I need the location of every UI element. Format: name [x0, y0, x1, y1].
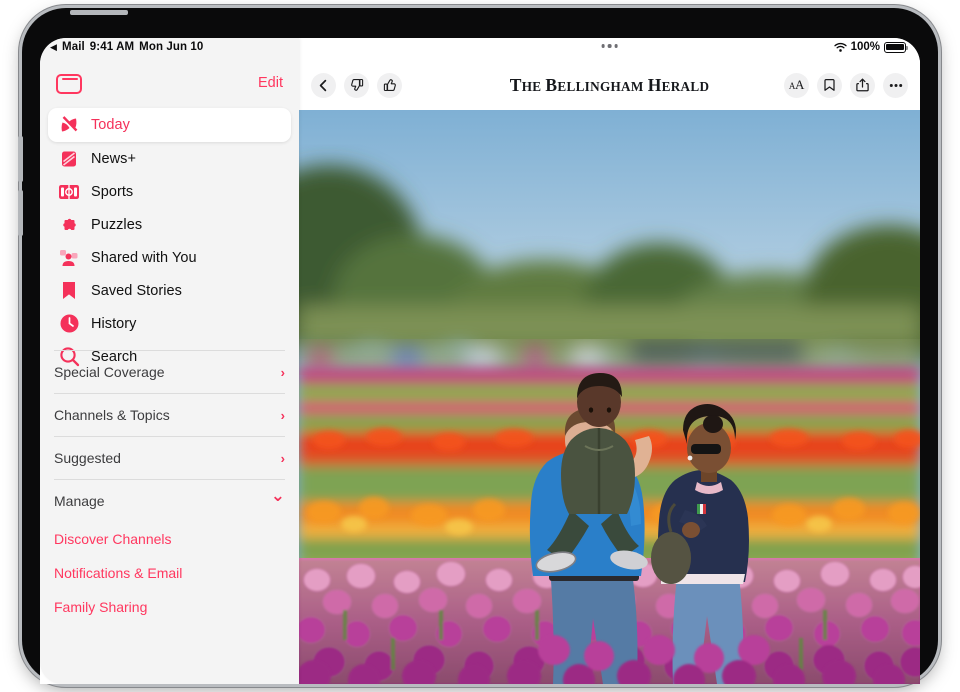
- chevron-left-icon: [317, 79, 330, 92]
- power-button[interactable]: [70, 10, 128, 15]
- masthead-erald: ERALD: [662, 79, 710, 94]
- back-to-app-arrow-icon[interactable]: ◀: [50, 43, 57, 52]
- sidebar-link-family-sharing[interactable]: Family Sharing: [54, 590, 285, 624]
- link-label: Notifications & Email: [54, 565, 182, 581]
- news-plus-icon: [56, 146, 82, 172]
- sidebar-item-label: History: [91, 316, 136, 332]
- sidebar-item-label: Saved Stories: [91, 283, 182, 299]
- ellipsis-icon: [889, 83, 903, 88]
- share-button[interactable]: [850, 73, 875, 98]
- thumbs-down-icon: [350, 78, 364, 92]
- bookmark-icon: [823, 78, 836, 92]
- bookmark-icon: [56, 278, 82, 304]
- sidebar-header: Edit: [40, 60, 299, 108]
- sidebar-section-manage[interactable]: Manage ⌄: [54, 479, 285, 522]
- masthead-ellingham: ELLINGHAM: [557, 79, 643, 94]
- section-label: Channels & Topics: [54, 407, 170, 423]
- section-label: Manage: [54, 493, 105, 509]
- clock-icon: [56, 311, 82, 337]
- news-sidebar: Edit Today: [40, 38, 299, 684]
- publication-masthead: THE BELLINGHAM HERALD: [510, 75, 710, 96]
- sidebar-section-channels-topics[interactable]: Channels & Topics ›: [54, 393, 285, 436]
- back-button[interactable]: [311, 73, 336, 98]
- like-button[interactable]: [377, 73, 402, 98]
- sidebar-item-news-plus[interactable]: News+: [48, 142, 291, 175]
- sidebar-item-label: News+: [91, 151, 136, 167]
- status-bar-left: ◀ Mail 9:41 AM Mon Jun 10: [50, 41, 203, 53]
- link-label: Family Sharing: [54, 599, 147, 615]
- sidebar-item-puzzles[interactable]: Puzzles: [48, 208, 291, 241]
- article-pane: THE BELLINGHAM HERALD AA: [299, 38, 920, 684]
- chevron-right-icon: ›: [281, 365, 285, 380]
- toolbar-right-group: AA: [784, 73, 908, 98]
- section-label: Suggested: [54, 450, 121, 466]
- apple-news-logo-icon: [56, 112, 82, 138]
- chevron-down-icon: ⌄: [271, 486, 285, 506]
- sidebar-item-today[interactable]: Today: [48, 108, 291, 142]
- sidebar-item-label: Shared with You: [91, 250, 197, 266]
- status-bar: ◀ Mail 9:41 AM Mon Jun 10 100%: [40, 38, 920, 60]
- tulip-field-photo: [299, 110, 920, 684]
- battery-full-icon: [884, 42, 906, 53]
- more-button[interactable]: [883, 73, 908, 98]
- toolbar-left-group: [311, 73, 402, 98]
- sidebar-item-history[interactable]: History: [48, 307, 291, 340]
- dislike-button[interactable]: [344, 73, 369, 98]
- battery-percent-label: 100%: [851, 41, 880, 53]
- masthead-b: B: [545, 75, 557, 95]
- sidebar-item-shared-with-you[interactable]: Shared with You: [48, 241, 291, 274]
- ipad-screen: THE BELLINGHAM HERALD AA: [40, 38, 920, 684]
- article-lead-photo: [299, 110, 920, 684]
- section-label: Special Coverage: [54, 364, 165, 380]
- save-story-button[interactable]: [817, 73, 842, 98]
- share-icon: [856, 78, 869, 92]
- sidebar-item-saved-stories[interactable]: Saved Stories: [48, 274, 291, 307]
- sidebar-sections: Special Coverage › Channels & Topics › S…: [40, 350, 299, 624]
- volume-down-button[interactable]: [18, 190, 23, 236]
- sidebar-link-notifications-email[interactable]: Notifications & Email: [54, 556, 285, 590]
- masthead-h: H: [648, 75, 662, 95]
- status-bar-right: 100%: [834, 41, 906, 53]
- sidebar-item-sports[interactable]: Sports: [48, 175, 291, 208]
- sidebar-section-special-coverage[interactable]: Special Coverage ›: [54, 350, 285, 393]
- masthead-t: T: [510, 75, 522, 95]
- edit-button[interactable]: Edit: [258, 75, 283, 91]
- volume-up-button[interactable]: [18, 136, 23, 182]
- sidebar-section-suggested[interactable]: Suggested ›: [54, 436, 285, 479]
- text-size-button[interactable]: AA: [784, 73, 809, 98]
- ipad-device: THE BELLINGHAM HERALD AA: [22, 8, 938, 684]
- thumbs-up-icon: [383, 78, 397, 92]
- sidebar-toggle-icon[interactable]: [56, 74, 82, 94]
- sidebar-item-label: Puzzles: [91, 217, 142, 233]
- sidebar-nav-list: Today News+: [40, 108, 299, 373]
- status-time: 9:41 AM: [90, 41, 134, 53]
- article-toolbar: THE BELLINGHAM HERALD AA: [299, 60, 920, 110]
- sidebar-item-label: Sports: [91, 184, 133, 200]
- sports-scoreboard-icon: [56, 179, 82, 205]
- puzzle-piece-icon: [56, 212, 82, 238]
- sidebar-item-label: Today: [91, 117, 130, 133]
- link-label: Discover Channels: [54, 531, 172, 547]
- masthead-he: HE: [522, 79, 542, 94]
- status-date: Mon Jun 10: [139, 41, 203, 53]
- text-size-aa-icon: AA: [789, 76, 804, 94]
- wifi-icon: [834, 42, 847, 52]
- sidebar-link-discover-channels[interactable]: Discover Channels: [54, 522, 285, 556]
- chevron-right-icon: ›: [281, 451, 285, 466]
- back-to-app-label[interactable]: Mail: [62, 41, 85, 53]
- shared-with-you-icon: [56, 245, 82, 271]
- chevron-right-icon: ›: [281, 408, 285, 423]
